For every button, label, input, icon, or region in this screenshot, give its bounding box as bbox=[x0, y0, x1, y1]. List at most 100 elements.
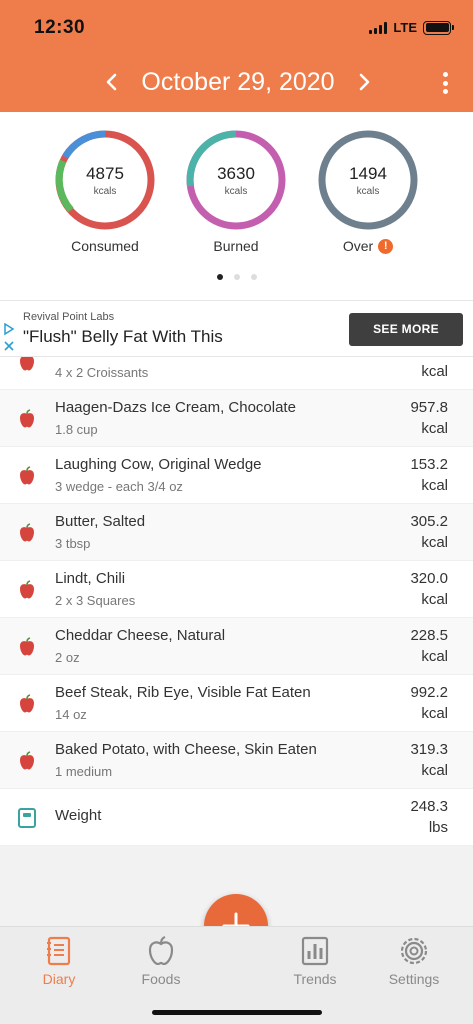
burned-label-text: Burned bbox=[213, 238, 259, 254]
apple-icon bbox=[20, 637, 34, 656]
warning-icon[interactable]: ! bbox=[378, 238, 394, 254]
entry-serving: 4 x 2 Croissants bbox=[55, 365, 149, 380]
entry-name: Cheddar Cheese, Natural bbox=[55, 627, 226, 644]
energy-summary[interactable]: 4875 kcals Consumed 3630 kcals Burned 14… bbox=[0, 112, 473, 300]
apple-icon bbox=[20, 694, 34, 713]
consumed-ring: 4875 kcals Consumed bbox=[53, 128, 157, 254]
apple-icon bbox=[148, 935, 174, 966]
more-options-icon[interactable] bbox=[435, 72, 455, 94]
food-entry-row[interactable]: Laughing Cow, Original Wedge 3 wedge - ea… bbox=[0, 447, 473, 504]
entry-name: Beef Steak, Rib Eye, Visible Fat Eaten bbox=[55, 684, 311, 701]
diary-list[interactable]: 4 x 2 Croissants kcal Haagen-Dazs Ice Crea… bbox=[0, 357, 473, 851]
burned-ring: 3630 kcals Burned bbox=[184, 128, 288, 254]
page-dot bbox=[233, 274, 240, 280]
food-entry-row[interactable]: Beef Steak, Rib Eye, Visible Fat Eaten 14… bbox=[0, 675, 473, 732]
gear-icon bbox=[400, 937, 428, 965]
consumed-unit: kcals bbox=[93, 186, 117, 197]
apple-icon bbox=[20, 409, 34, 428]
ad-cta-button[interactable]: SEE MORE bbox=[349, 313, 463, 346]
tab-foods-label: Foods bbox=[141, 971, 181, 987]
bar-chart-icon bbox=[301, 936, 329, 966]
entry-name: Weight bbox=[55, 807, 102, 824]
status-bar: 12:30 LTE bbox=[0, 0, 473, 56]
over-unit: kcals bbox=[356, 186, 380, 197]
page-dot bbox=[250, 274, 257, 280]
entry-serving: 1.8 cup bbox=[55, 422, 98, 437]
consumed-label-text: Consumed bbox=[71, 238, 139, 254]
apple-icon bbox=[20, 357, 34, 371]
consumed-value: 4875 bbox=[86, 164, 124, 183]
tab-bar: Diary Foods Trends Settings bbox=[0, 926, 473, 1024]
entry-name: Butter, Salted bbox=[55, 513, 146, 530]
entry-unit: kcal bbox=[421, 477, 448, 494]
ad-headline[interactable]: "Flush" Belly Fat With This bbox=[23, 327, 223, 347]
scale-icon bbox=[18, 808, 36, 828]
entry-unit: kcal bbox=[421, 420, 448, 437]
over-ring: 1494 kcals Over ! bbox=[316, 128, 420, 254]
entry-name: Lindt, Chili bbox=[55, 570, 126, 587]
tab-settings-label: Settings bbox=[388, 971, 440, 987]
entry-serving: 2 x 3 Squares bbox=[55, 593, 136, 608]
battery-icon bbox=[423, 20, 454, 35]
entry-serving: 14 oz bbox=[55, 707, 87, 722]
diary-list-inner: 4 x 2 Croissants kcal Haagen-Dazs Ice Crea… bbox=[0, 357, 473, 846]
entry-unit: kcal bbox=[421, 534, 448, 551]
burned-unit: kcals bbox=[224, 186, 248, 197]
apple-icon bbox=[20, 580, 34, 599]
entry-unit: kcal bbox=[421, 705, 448, 722]
ad-choices[interactable] bbox=[3, 322, 15, 358]
network-label: LTE bbox=[393, 20, 417, 35]
entry-value: 319.3 bbox=[410, 741, 448, 758]
chevron-right-icon[interactable] bbox=[352, 70, 376, 94]
chevron-left-icon[interactable] bbox=[100, 70, 124, 94]
food-entry-row[interactable]: Baked Potato, with Cheese, Skin Eaten 1 m… bbox=[0, 732, 473, 789]
entry-value: 957.8 bbox=[410, 399, 448, 416]
tab-foods[interactable]: Foods bbox=[116, 935, 206, 987]
entry-name: Laughing Cow, Original Wedge bbox=[55, 456, 262, 473]
entry-unit: kcal bbox=[421, 648, 448, 665]
food-entry-row[interactable]: Haagen-Dazs Ice Cream, Chocolate 1.8 cup 9… bbox=[0, 390, 473, 447]
entry-value: 228.5 bbox=[410, 627, 448, 644]
food-entry-row[interactable]: Lindt, Chili 2 x 3 Squares 320.0 kcal bbox=[0, 561, 473, 618]
food-entry-row[interactable]: Butter, Salted 3 tbsp 305.2 kcal bbox=[0, 504, 473, 561]
home-indicator bbox=[152, 1010, 322, 1015]
entry-serving: 1 medium bbox=[55, 764, 113, 779]
tab-diary[interactable]: Diary bbox=[14, 935, 104, 987]
apple-icon bbox=[20, 466, 34, 485]
ad-sponsor: Revival Point Labs bbox=[23, 311, 115, 323]
over-label: Over ! bbox=[316, 238, 420, 254]
weight-row[interactable]: Weight 248.3 lbs bbox=[0, 789, 473, 846]
entry-value: 305.2 bbox=[410, 513, 448, 530]
tab-trends[interactable]: Trends bbox=[270, 935, 360, 987]
tab-settings[interactable]: Settings bbox=[369, 935, 459, 987]
over-value: 1494 bbox=[349, 164, 387, 183]
entry-serving: 3 wedge - each 3/4 oz bbox=[55, 479, 183, 494]
status-indicators: LTE bbox=[369, 20, 454, 35]
entry-unit: kcal bbox=[421, 762, 448, 779]
entry-serving: 2 oz bbox=[55, 650, 80, 665]
entry-value: 320.0 bbox=[410, 570, 448, 587]
ad-choices-icon[interactable] bbox=[3, 322, 15, 353]
ad-banner[interactable]: Revival Point Labs "Flush" Belly Fat Wit… bbox=[0, 300, 473, 357]
entry-value: 153.2 bbox=[410, 456, 448, 473]
app-header: 12:30 LTE October 29, 2020 bbox=[0, 0, 473, 112]
page-indicator bbox=[0, 274, 473, 280]
entry-name: Haagen-Dazs Ice Cream, Chocolate bbox=[55, 399, 296, 416]
burned-label: Burned bbox=[184, 238, 288, 254]
entry-serving: 3 tbsp bbox=[55, 536, 91, 551]
over-label-text: Over bbox=[342, 238, 374, 254]
entry-value: 248.3 bbox=[410, 798, 448, 815]
entry-unit: kcal bbox=[421, 363, 448, 380]
food-entry-row[interactable]: Cheddar Cheese, Natural 2 oz 228.5 kcal bbox=[0, 618, 473, 675]
date-title[interactable]: October 29, 2020 bbox=[130, 68, 346, 97]
tab-diary-label: Diary bbox=[42, 971, 76, 987]
diary-icon bbox=[47, 936, 71, 966]
date-navigator: October 29, 2020 bbox=[0, 62, 473, 106]
apple-icon bbox=[20, 523, 34, 542]
status-time: 12:30 bbox=[34, 17, 86, 38]
entry-unit: lbs bbox=[428, 819, 448, 836]
consumed-label: Consumed bbox=[53, 238, 157, 254]
signal-icon bbox=[369, 21, 388, 34]
food-entry-row[interactable]: 4 x 2 Croissants kcal bbox=[0, 357, 473, 390]
tab-trends-label: Trends bbox=[293, 971, 337, 987]
